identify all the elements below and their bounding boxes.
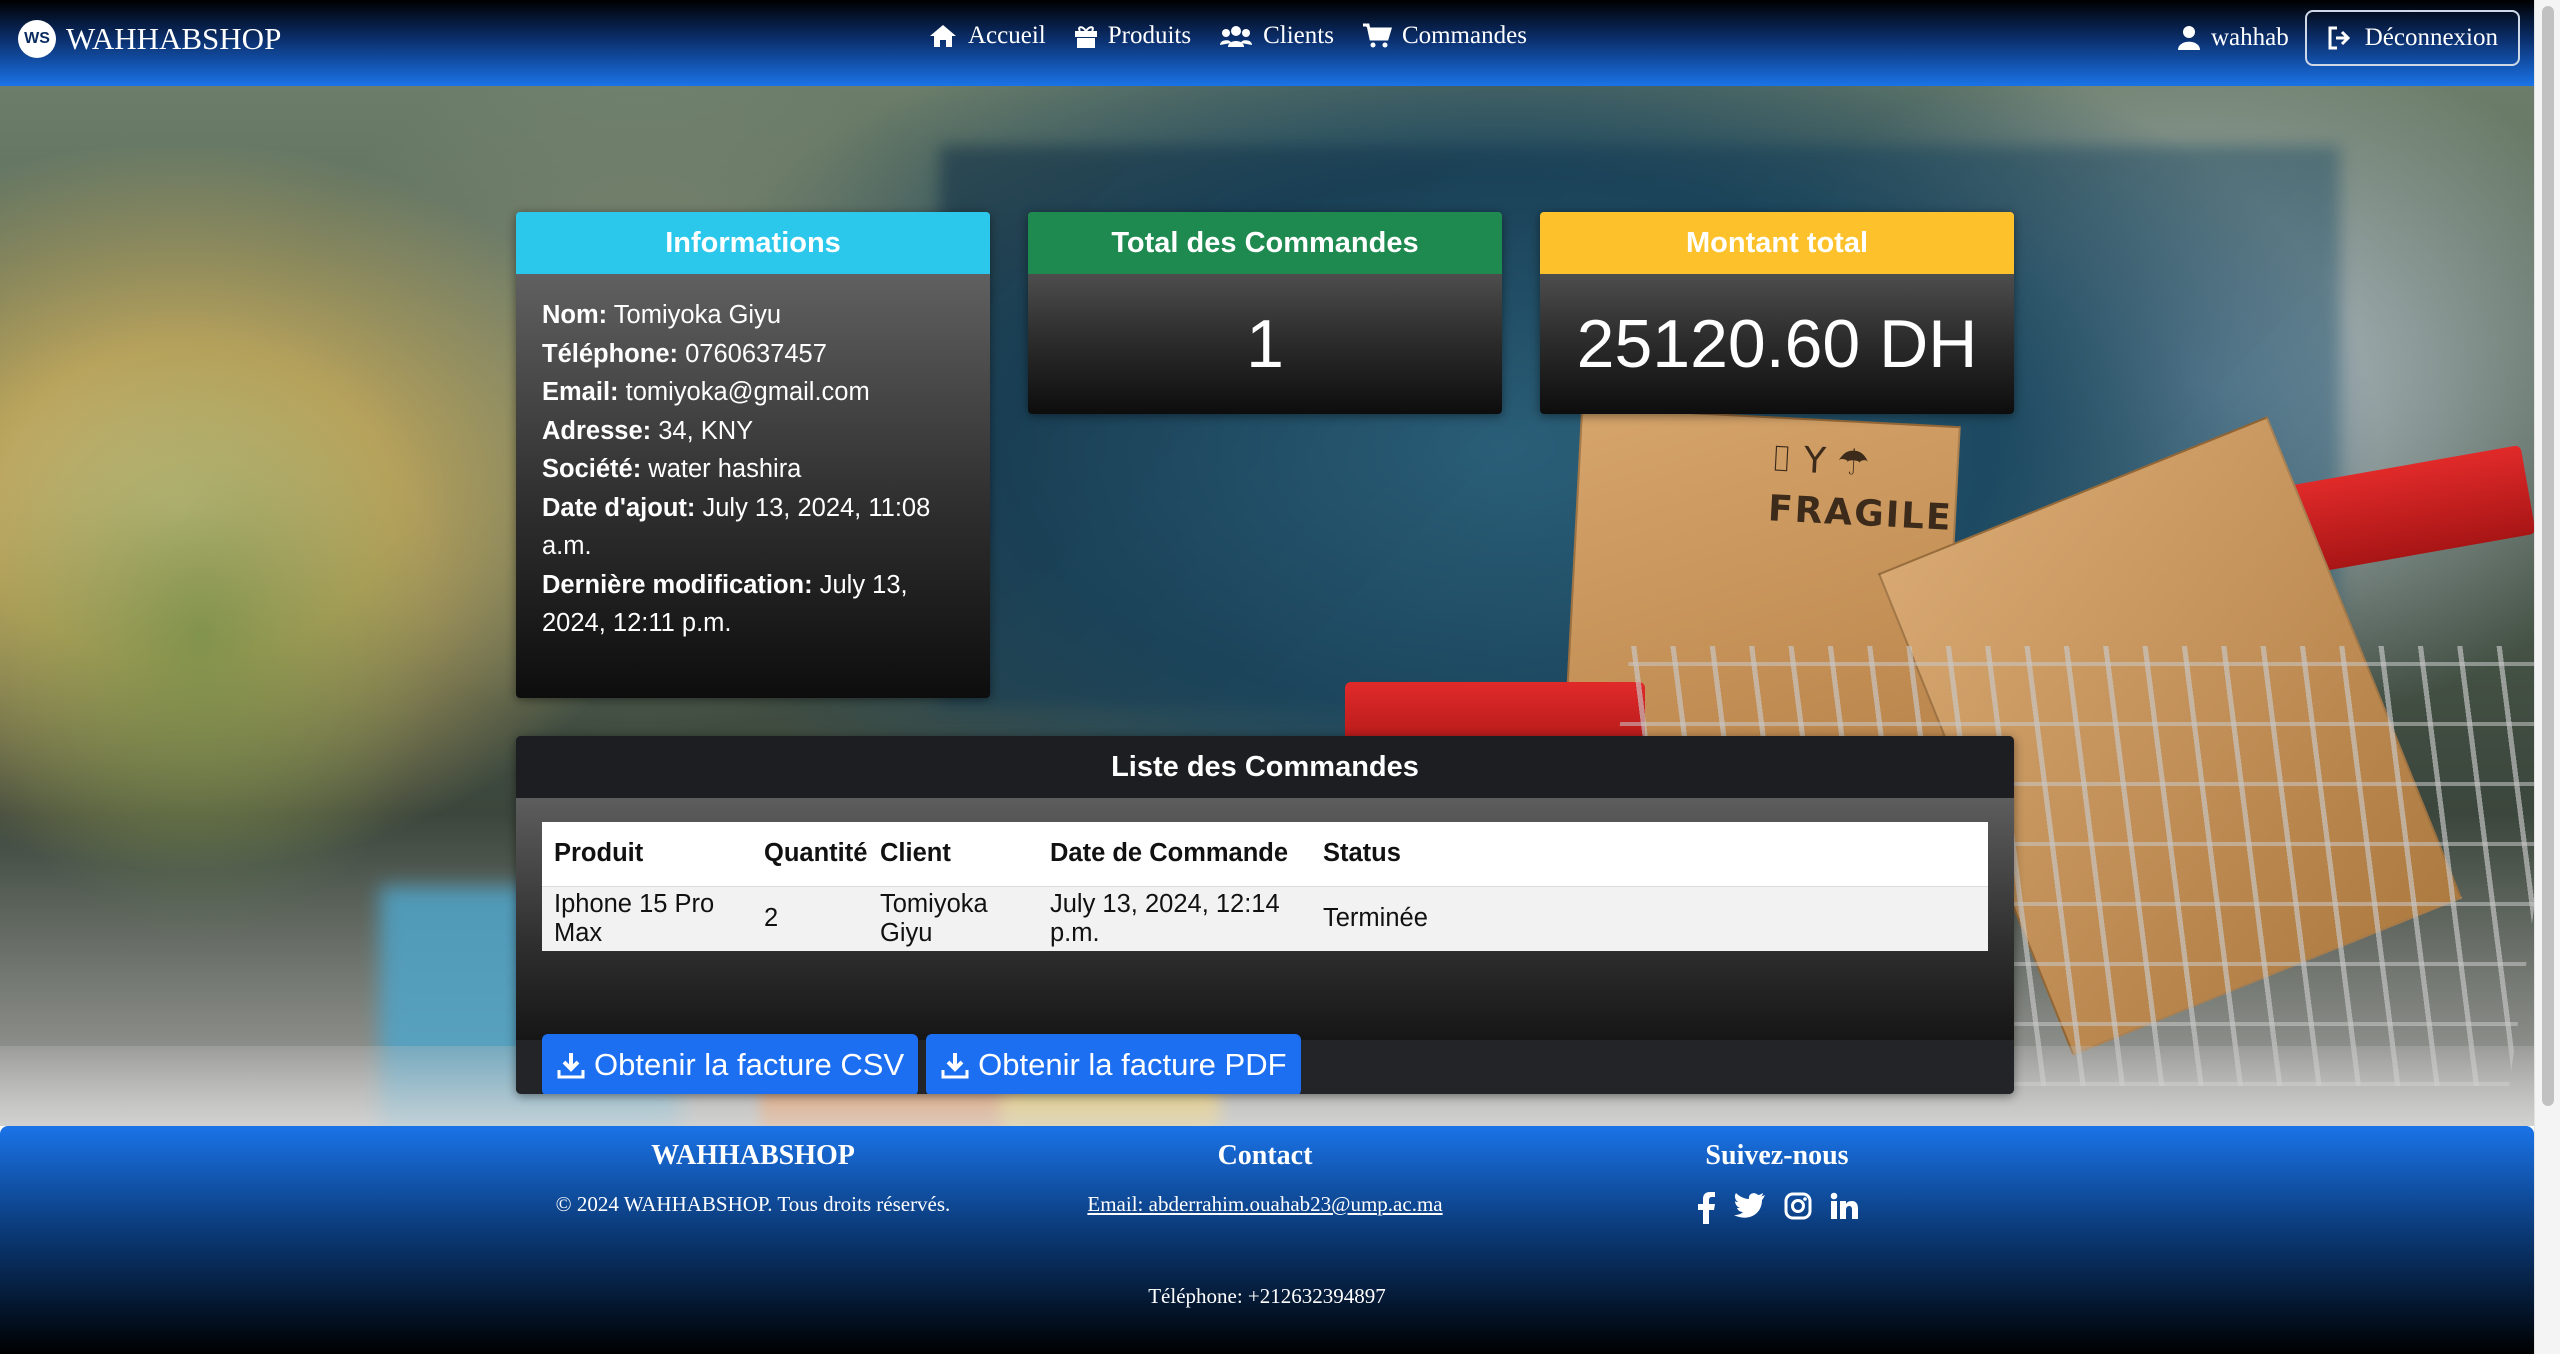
footer-brand-col: WAHHABSHOP © 2024 WAHHABSHOP. Tous droit… bbox=[516, 1140, 990, 1217]
username: wahhab bbox=[2210, 24, 2289, 51]
user-menu[interactable]: wahhab bbox=[2177, 24, 2289, 52]
col-status: Status bbox=[1311, 822, 1988, 886]
cell-quantite: 2 bbox=[752, 885, 868, 951]
cell-produit: Iphone 15 Pro Max bbox=[542, 885, 752, 951]
col-client: Client bbox=[868, 822, 1038, 886]
cell-client: Tomiyoka Giyu bbox=[868, 885, 1038, 951]
montant-total-title: Montant total bbox=[1540, 212, 2014, 274]
scrollbar[interactable] bbox=[2534, 0, 2560, 1354]
twitter-icon[interactable] bbox=[1734, 1192, 1766, 1220]
info-field-email: Email: tomiyoka@gmail.com bbox=[542, 378, 870, 406]
nav-produits-label: Produits bbox=[1107, 22, 1192, 49]
info-field-nom: Nom: Tomiyoka Giyu bbox=[542, 301, 782, 329]
download-pdf-label: Obtenir la facture PDF bbox=[978, 1047, 1287, 1082]
fragile-label: FRAGILE bbox=[1767, 488, 1954, 539]
fragile-symbols: ⌷ Ү ☂ bbox=[1769, 438, 1871, 485]
brand[interactable]: WS WAHHABSHOP bbox=[18, 20, 281, 58]
info-card-title: Informations bbox=[516, 212, 990, 274]
footer-copyright: © 2024 WAHHABSHOP. Tous droits réservés. bbox=[555, 1192, 951, 1216]
total-commandes-title: Total des Commandes bbox=[1028, 212, 1502, 274]
cell-status: Terminée bbox=[1311, 885, 1988, 951]
nav-accueil-label: Accueil bbox=[968, 22, 1046, 49]
info-field-derniere-modification: Dernière modification: July 13, 2024, 12… bbox=[542, 570, 908, 638]
footer-email-link[interactable]: Email: abderrahim.ouahab23@ump.ac.ma bbox=[1087, 1192, 1442, 1216]
nav-links: Accueil Produits Clients Commandes bbox=[928, 22, 1555, 50]
orders-actions: Obtenir la facture CSV Obtenir la factur… bbox=[516, 1034, 2014, 1094]
plant-blur bbox=[0, 286, 600, 986]
nav-clients[interactable]: Clients bbox=[1219, 22, 1334, 50]
col-produit: Produit bbox=[542, 822, 752, 886]
sign-out-icon bbox=[2328, 26, 2350, 50]
download-csv-label: Obtenir la facture CSV bbox=[594, 1047, 905, 1082]
info-card: Informations Nom: Tomiyoka Giyu Téléphon… bbox=[516, 212, 990, 698]
footer-phone: Téléphone: +212632394897 bbox=[1148, 1284, 1386, 1308]
footer-brand-title: WAHHABSHOP bbox=[651, 1140, 855, 1171]
user-icon bbox=[2177, 26, 2200, 50]
nav-commandes-label: Commandes bbox=[1401, 22, 1527, 49]
orders-title: Liste des Commandes bbox=[516, 736, 2014, 798]
col-quantite: Quantité bbox=[752, 822, 868, 886]
info-field-date-ajout: Date d'ajout: July 13, 2024, 11:08 a.m. bbox=[542, 493, 931, 561]
download-pdf-button[interactable]: Obtenir la facture PDF bbox=[926, 1034, 1301, 1094]
info-field-telephone: Téléphone: 0760637457 bbox=[542, 339, 827, 368]
download-csv-button[interactable]: Obtenir la facture CSV bbox=[542, 1034, 919, 1094]
orders-panel: Liste des Commandes Produit Quantité Cli… bbox=[516, 736, 2014, 1094]
brand-logo: WS bbox=[18, 20, 56, 58]
montant-total-card: Montant total 25120.60 DH bbox=[1540, 212, 2014, 414]
nav-produits[interactable]: Produits bbox=[1074, 22, 1191, 50]
footer-follow-col: Suivez-nous bbox=[1540, 1140, 2014, 1224]
gift-icon bbox=[1074, 26, 1097, 48]
facebook-icon[interactable] bbox=[1696, 1192, 1716, 1224]
col-date: Date de Commande bbox=[1038, 822, 1311, 886]
info-field-societe: Société: water hashira bbox=[542, 455, 802, 483]
users-icon bbox=[1220, 26, 1253, 47]
social-links bbox=[1540, 1192, 2014, 1224]
nav-clients-label: Clients bbox=[1263, 22, 1334, 49]
total-commandes-card: Total des Commandes 1 bbox=[1028, 212, 1502, 414]
orders-table-header: Produit Quantité Client Date de Commande… bbox=[542, 822, 1988, 886]
nav-accueil[interactable]: Accueil bbox=[928, 22, 1046, 50]
info-field-adresse: Adresse: 34, KNY bbox=[542, 416, 754, 445]
info-card-body: Nom: Tomiyoka Giyu Téléphone: 0760637457… bbox=[516, 274, 990, 665]
download-icon bbox=[941, 1053, 969, 1079]
orders-table: Produit Quantité Client Date de Commande… bbox=[542, 822, 1988, 951]
navbar: WS WAHHABSHOP Accueil Produits Clients C… bbox=[0, 0, 2534, 86]
cart-icon bbox=[1362, 23, 1392, 48]
home-icon bbox=[930, 25, 956, 47]
footer-follow-title: Suivez-nous bbox=[1705, 1140, 1849, 1171]
brand-name: WAHHABSHOP bbox=[66, 21, 282, 56]
linkedin-icon[interactable] bbox=[1830, 1192, 1858, 1220]
table-row: Iphone 15 Pro Max 2 Tomiyoka Giyu July 1… bbox=[542, 885, 1988, 951]
footer: WAHHABSHOP © 2024 WAHHABSHOP. Tous droit… bbox=[0, 1126, 2534, 1354]
footer-contact-title: Contact bbox=[1217, 1140, 1313, 1171]
nav-right: wahhab Déconnexion bbox=[2177, 10, 2520, 66]
cell-date: July 13, 2024, 12:14 p.m. bbox=[1038, 885, 1311, 951]
footer-contact-col: Contact Email: abderrahim.ouahab23@ump.a… bbox=[1028, 1140, 1502, 1217]
montant-total-value: 25120.60 DH bbox=[1576, 306, 1978, 382]
total-commandes-value: 1 bbox=[1246, 306, 1284, 382]
orders-body: Produit Quantité Client Date de Commande… bbox=[516, 798, 2014, 1040]
logout-label: Déconnexion bbox=[2364, 24, 2498, 51]
scrollbar-thumb[interactable] bbox=[2542, 6, 2554, 1106]
nav-commandes[interactable]: Commandes bbox=[1362, 22, 1527, 50]
instagram-icon[interactable] bbox=[1784, 1192, 1812, 1220]
logout-button[interactable]: Déconnexion bbox=[2304, 10, 2520, 66]
download-icon bbox=[557, 1053, 585, 1079]
